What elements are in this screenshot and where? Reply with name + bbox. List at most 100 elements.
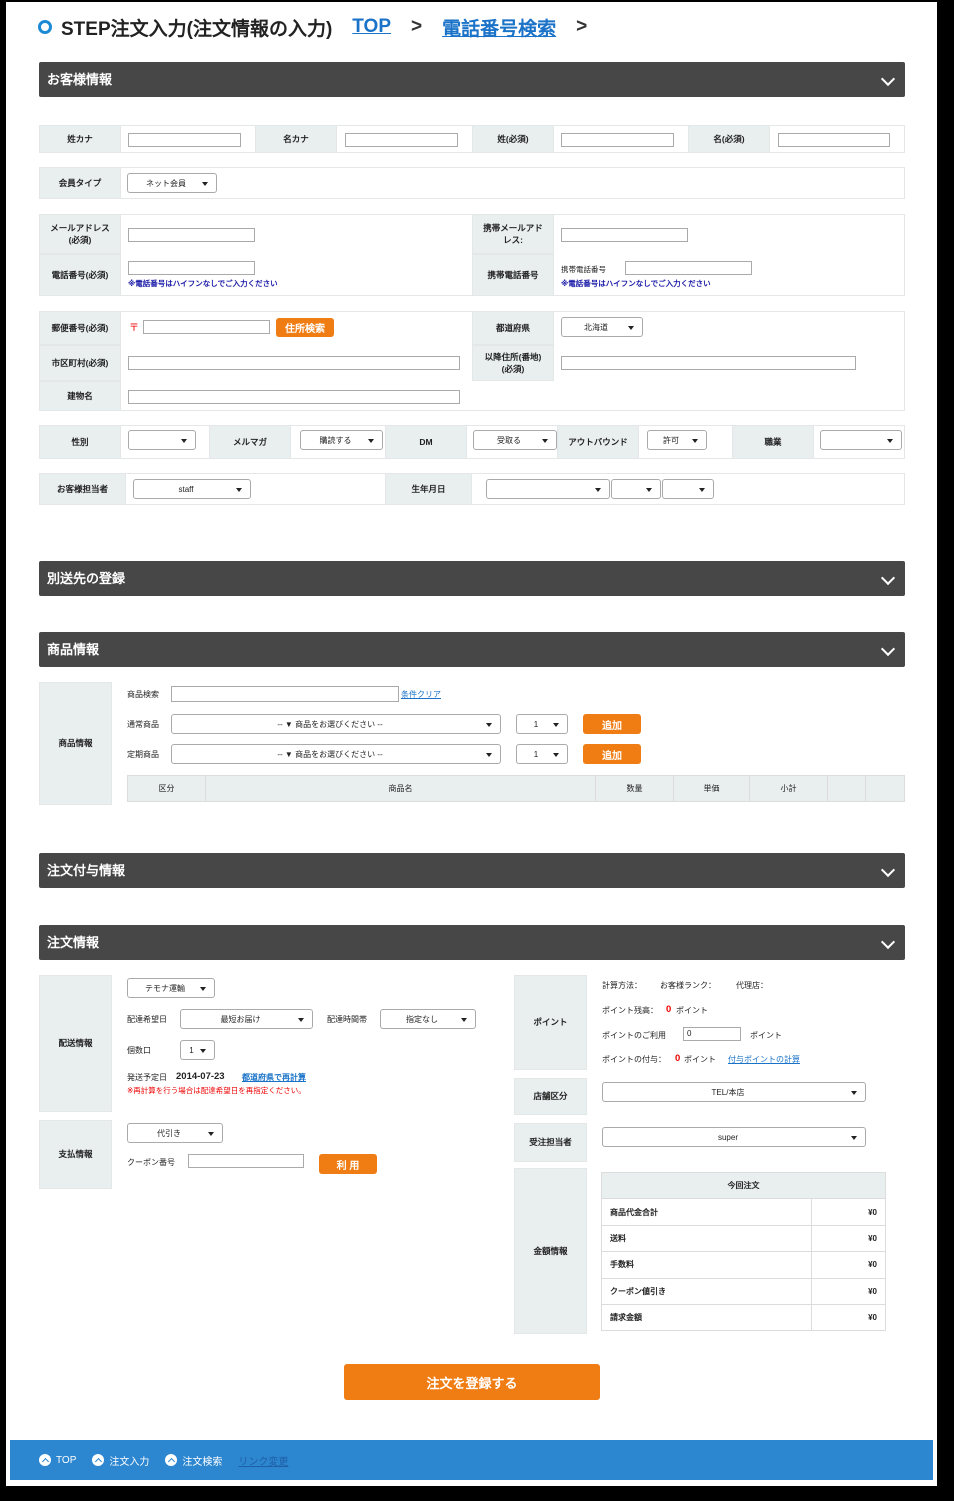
birth-month-select[interactable]	[611, 479, 661, 499]
footer-order-search-link[interactable]: 注文検索	[165, 1453, 222, 1468]
pref-select[interactable]: 北海道	[561, 317, 643, 337]
package-count-select[interactable]: 1	[180, 1040, 215, 1060]
point-balance-label: ポイント残高：	[602, 1006, 658, 1015]
chevron-up-circle-icon	[165, 1454, 178, 1466]
member-type-select[interactable]: ネット会員	[127, 173, 217, 193]
sei-label: 姓(必須)	[472, 125, 554, 153]
chevron-down-icon[interactable]	[880, 71, 896, 87]
section-bar-shipping[interactable]: 別送先の登録	[39, 561, 905, 596]
order-staff-select[interactable]: super	[602, 1127, 866, 1147]
amount-label: 送料	[601, 1224, 812, 1253]
dm-select[interactable]: 受取る	[473, 430, 557, 450]
top-link[interactable]: TOP	[352, 16, 391, 38]
add-regular-button[interactable]: 追加	[583, 744, 641, 764]
birth-year-select[interactable]	[486, 479, 610, 499]
dm-label: DM	[385, 425, 467, 459]
coupon-input[interactable]	[188, 1154, 304, 1168]
column-header: 小計	[749, 775, 828, 802]
gender-select[interactable]	[128, 430, 196, 450]
section-bar-customer[interactable]: お客様情報	[39, 62, 905, 97]
mobile-email-input[interactable]	[561, 228, 688, 242]
section-title: 注文付与情報	[47, 863, 126, 878]
chevron-down-icon[interactable]	[880, 641, 896, 657]
amount-label: 請求金額	[601, 1303, 812, 1332]
table-row: 手数料 ¥0	[601, 1251, 887, 1279]
add-normal-button[interactable]: 追加	[583, 714, 641, 734]
mobile-phone-label: 携帯電話番号	[472, 254, 554, 296]
column-header: 単価	[673, 775, 750, 802]
mei-input[interactable]	[778, 133, 890, 147]
footer-order-input-link[interactable]: 注文入力	[92, 1453, 149, 1468]
address-search-button[interactable]: 住所検索	[276, 318, 334, 337]
city-input[interactable]	[128, 356, 460, 370]
rank-label: お客様ランク：	[660, 981, 716, 990]
member-type-label: 会員タイプ	[39, 167, 121, 199]
email-input[interactable]	[128, 228, 255, 242]
delivery-time-label: 配達時間帯	[327, 1015, 367, 1024]
store-select[interactable]: TEL/本店	[602, 1082, 866, 1102]
chevron-up-circle-icon	[92, 1454, 105, 1466]
zip-input[interactable]	[143, 320, 270, 334]
coupon-apply-button[interactable]: 利 用	[319, 1154, 377, 1174]
mobile-phone-input[interactable]	[625, 261, 752, 275]
mailmag-select[interactable]: 購読する	[300, 430, 383, 450]
chevron-down-icon[interactable]	[880, 934, 896, 950]
amount-info-label: 金額情報	[514, 1168, 587, 1334]
mei-kana-input[interactable]	[345, 133, 458, 147]
recalc-link[interactable]: 都道府県で再計算	[242, 1072, 306, 1083]
amount-label: 手数料	[601, 1251, 812, 1279]
amount-header: 今回注文	[601, 1171, 886, 1200]
outbound-select[interactable]: 許可	[647, 430, 707, 450]
section-title: 商品情報	[47, 642, 100, 657]
point-calc-link[interactable]: 付与ポイントの計算	[728, 1054, 800, 1065]
normal-qty-select[interactable]: 1	[516, 714, 568, 734]
table-row: 請求金額 ¥0	[601, 1303, 887, 1332]
recalc-note: ※再計算を行う場合は配達希望日を再指定ください。	[127, 1086, 306, 1095]
column-header	[865, 775, 905, 802]
chevron-down-icon[interactable]	[880, 862, 896, 878]
link-change-link[interactable]: リンク変更	[238, 1453, 288, 1468]
phone-input[interactable]	[128, 261, 255, 275]
payment-select[interactable]: 代引き	[127, 1123, 223, 1143]
sei-input[interactable]	[561, 133, 674, 147]
normal-product-select[interactable]: -- ▼ 商品をお選びください --	[171, 714, 501, 734]
sei-kana-input[interactable]	[128, 133, 241, 147]
birth-day-select[interactable]	[662, 479, 714, 499]
phone-label: 電話番号(必須)	[39, 254, 121, 296]
point-label: ポイント	[514, 975, 587, 1070]
carrier-select[interactable]: テモナ運輸	[127, 978, 215, 998]
job-label: 職業	[732, 425, 814, 459]
register-order-button[interactable]: 注文を登録する	[344, 1364, 600, 1400]
gender-label: 性別	[39, 425, 121, 459]
agent-label: 代理店：	[736, 981, 768, 990]
address-input[interactable]	[561, 356, 856, 370]
regular-product-select[interactable]: -- ▼ 商品をお選びください --	[171, 744, 501, 764]
regular-qty-select[interactable]: 1	[516, 744, 568, 764]
phone-search-link[interactable]: 電話番号検索	[442, 14, 556, 41]
section-title: 別送先の登録	[47, 571, 126, 586]
email-label-line: メールアドレス	[50, 222, 110, 233]
address-label: 以降住所(番地) (必須)	[472, 345, 554, 381]
delivery-date-select[interactable]: 最短お届け	[180, 1009, 313, 1029]
clear-conditions-link[interactable]: 条件クリア	[401, 689, 441, 700]
section-bar-order-extra[interactable]: 注文付与情報	[39, 853, 905, 888]
customer-staff-select[interactable]: staff	[133, 479, 251, 499]
section-title: お客様情報	[47, 72, 113, 87]
mobile-phone-note: ※電話番号はハイフンなしでご入力ください	[561, 279, 711, 288]
column-header: 商品名	[205, 775, 596, 802]
phone-note: ※電話番号はハイフンなしでご入力ください	[128, 279, 278, 288]
section-bar-product[interactable]: 商品情報	[39, 632, 905, 667]
chevron-down-icon[interactable]	[880, 570, 896, 586]
footer-top-link[interactable]: TOP	[39, 1454, 76, 1466]
job-select[interactable]	[820, 430, 902, 450]
regular-product-label: 定期商品	[127, 750, 159, 759]
product-search-input[interactable]	[171, 686, 399, 702]
table-row: 商品代金合計 ¥0	[601, 1198, 887, 1226]
building-input[interactable]	[128, 390, 460, 404]
mailmag-label: メルマガ	[209, 425, 291, 459]
delivery-time-select[interactable]: 指定なし	[380, 1009, 476, 1029]
amount-table: 今回注文 商品代金合計 ¥0 送料 ¥0 手数料 ¥0 クーポン値引き ¥0 請求金額 ¥…	[601, 1171, 887, 1332]
point-use-input[interactable]: 0	[683, 1027, 741, 1041]
point-use-label: ポイントのご利用	[602, 1031, 666, 1040]
section-bar-order[interactable]: 注文情報	[39, 925, 905, 960]
